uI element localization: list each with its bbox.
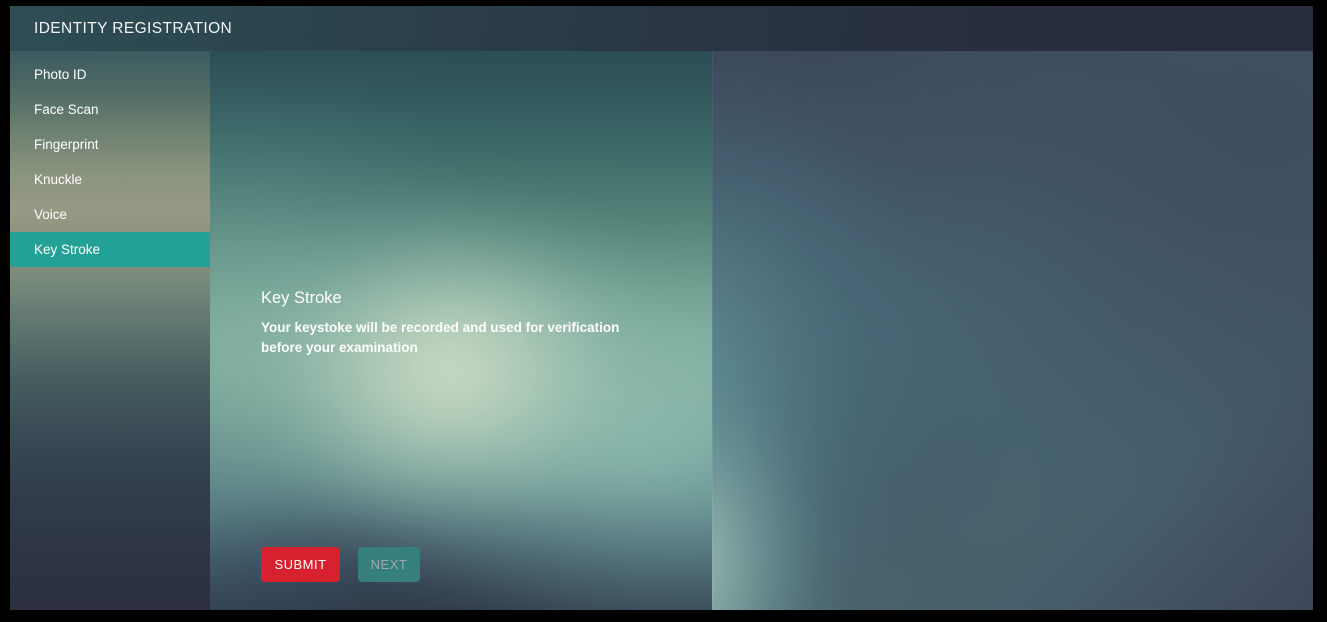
sidebar-item-label: Key Stroke bbox=[34, 242, 100, 257]
center-panel-content: Key Stroke Your keystoke will be recorde… bbox=[210, 51, 712, 610]
sidebar-item-face-scan[interactable]: Face Scan bbox=[10, 92, 210, 127]
sidebar-nav: Photo ID Face Scan Fingerprint Knuckle V… bbox=[10, 51, 210, 610]
sidebar-item-label: Photo ID bbox=[34, 67, 87, 82]
page-title: IDENTITY REGISTRATION bbox=[34, 6, 232, 51]
sidebar-item-key-stroke[interactable]: Key Stroke bbox=[10, 232, 210, 267]
next-button[interactable]: NEXT bbox=[358, 547, 420, 582]
sidebar-item-label: Voice bbox=[34, 207, 67, 222]
sidebar-item-voice[interactable]: Voice bbox=[10, 197, 210, 232]
sidebar-item-knuckle[interactable]: Knuckle bbox=[10, 162, 210, 197]
app-header: IDENTITY REGISTRATION bbox=[10, 6, 1313, 51]
sidebar-item-fingerprint[interactable]: Fingerprint bbox=[10, 127, 210, 162]
sidebar-item-label: Fingerprint bbox=[34, 137, 99, 152]
sidebar-item-label: Knuckle bbox=[34, 172, 82, 187]
right-preview-panel bbox=[712, 51, 1313, 610]
section-description: Your keystoke will be recorded and used … bbox=[261, 318, 661, 357]
application-window: IDENTITY REGISTRATION Photo ID Face Scan… bbox=[10, 6, 1313, 610]
center-content-panel: Key Stroke Your keystoke will be recorde… bbox=[210, 51, 712, 610]
panel-divider bbox=[712, 51, 713, 610]
section-title: Key Stroke bbox=[261, 289, 342, 308]
sidebar-item-label: Face Scan bbox=[34, 102, 99, 117]
submit-button[interactable]: SUBMIT bbox=[261, 547, 340, 582]
right-panel-background bbox=[712, 51, 1313, 610]
sidebar-item-photo-id[interactable]: Photo ID bbox=[10, 57, 210, 92]
action-button-row: SUBMIT NEXT bbox=[261, 547, 420, 582]
body-region: Photo ID Face Scan Fingerprint Knuckle V… bbox=[10, 51, 1313, 610]
